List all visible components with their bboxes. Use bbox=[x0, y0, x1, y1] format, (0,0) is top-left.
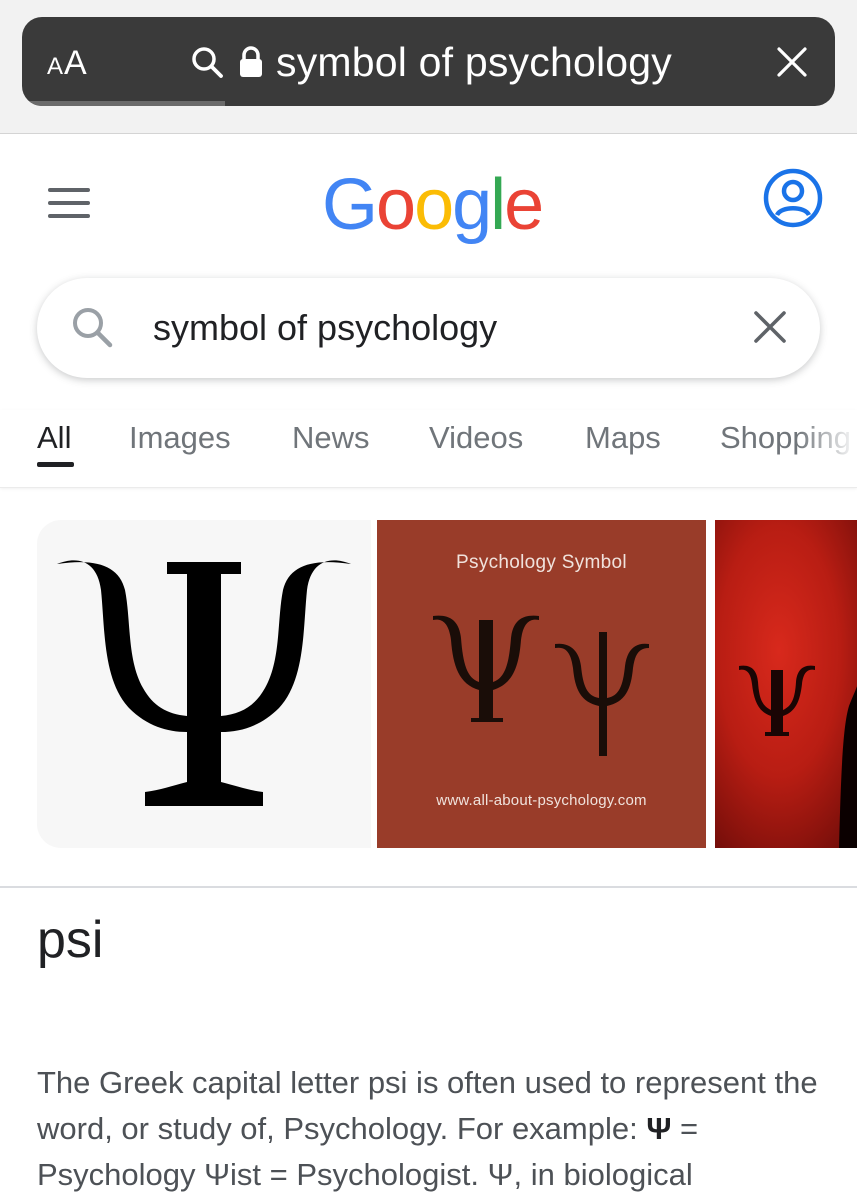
logo-letter: l bbox=[490, 165, 506, 245]
psi-symbols-image bbox=[433, 615, 649, 756]
clear-search-icon[interactable] bbox=[753, 310, 787, 344]
tab-images[interactable]: Images bbox=[129, 418, 231, 458]
text-size-small-label: A bbox=[47, 53, 64, 80]
tab-all[interactable]: All bbox=[37, 418, 71, 458]
search-box[interactable]: symbol of psychology bbox=[37, 278, 820, 378]
description-psi-bold: Ψ bbox=[646, 1111, 672, 1146]
text-size-button[interactable]: AA bbox=[47, 43, 87, 87]
address-field[interactable]: symbol of psychology bbox=[190, 37, 672, 87]
logo-letter: G bbox=[322, 165, 378, 245]
result-title: psi bbox=[37, 911, 104, 969]
tabs-fade bbox=[797, 410, 857, 480]
image-carousel[interactable]: Psychology Symbol www.all-about-psycholo… bbox=[37, 520, 857, 848]
search-icon bbox=[192, 47, 223, 78]
section-divider bbox=[0, 886, 857, 888]
close-icon[interactable] bbox=[777, 47, 807, 77]
active-tab-indicator bbox=[37, 462, 74, 467]
tab-videos[interactable]: Videos bbox=[429, 418, 523, 458]
logo-letter: e bbox=[504, 165, 544, 245]
image-result-2[interactable]: Psychology Symbol www.all-about-psycholo… bbox=[377, 520, 706, 848]
logo-letter: o bbox=[414, 165, 454, 245]
page-load-progress bbox=[22, 101, 226, 106]
description-text: The Greek capital letter psi is often us… bbox=[37, 1065, 818, 1146]
account-icon[interactable] bbox=[763, 168, 823, 228]
tab-maps[interactable]: Maps bbox=[585, 418, 661, 458]
silhouette-figure bbox=[839, 686, 857, 848]
lock-icon bbox=[240, 46, 262, 77]
address-text: symbol of psychology bbox=[276, 39, 672, 85]
psi-symbol-image bbox=[739, 665, 815, 736]
search-input[interactable]: symbol of psychology bbox=[153, 304, 497, 352]
logo-letter: g bbox=[452, 165, 492, 245]
image-caption-title: Psychology Symbol bbox=[456, 552, 627, 573]
google-logo[interactable]: Google bbox=[322, 160, 544, 250]
image-result-3[interactable] bbox=[715, 520, 857, 848]
image-result-1[interactable] bbox=[37, 520, 371, 848]
psi-symbol-image bbox=[57, 560, 351, 806]
result-description: The Greek capital letter psi is often us… bbox=[37, 1060, 827, 1198]
menu-icon[interactable] bbox=[48, 188, 90, 218]
search-icon[interactable] bbox=[70, 305, 114, 349]
browser-toolbar: AA symbol of psychology bbox=[0, 0, 857, 134]
search-tabs: All Images News Videos Maps Shopping bbox=[0, 410, 857, 488]
tab-news[interactable]: News bbox=[292, 418, 370, 458]
image-caption-url: www.all-about-psychology.com bbox=[436, 792, 647, 809]
address-bar[interactable]: AA symbol of psychology bbox=[22, 17, 835, 106]
logo-letter: o bbox=[376, 165, 416, 245]
text-size-large-label: A bbox=[64, 44, 87, 82]
